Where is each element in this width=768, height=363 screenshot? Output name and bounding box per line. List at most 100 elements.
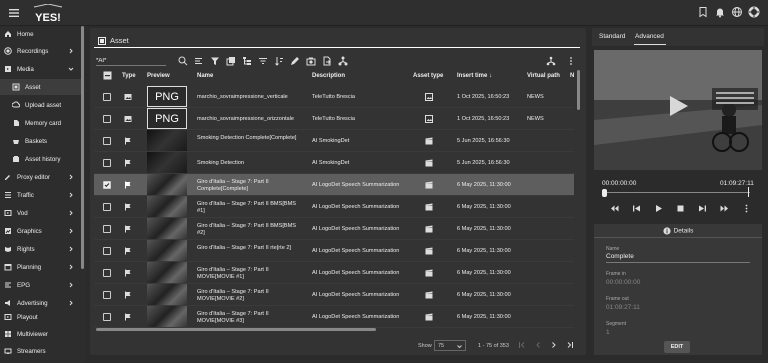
timeline-track[interactable] xyxy=(602,192,750,193)
column-header-insert-time[interactable]: Insert time ↓ xyxy=(457,73,492,79)
next-page-icon[interactable] xyxy=(550,341,558,349)
row-checkbox[interactable] xyxy=(103,159,111,167)
sidebar-item-asset[interactable]: Asset xyxy=(0,79,84,95)
table-row[interactable]: Giro d'Italia – Stage 7: Part II MOVIE[M… xyxy=(94,306,574,328)
copy-icon[interactable] xyxy=(226,56,236,66)
preview-thumbnail[interactable] xyxy=(147,218,187,239)
select-all-checkbox[interactable] xyxy=(103,71,112,80)
previous-page-icon[interactable] xyxy=(534,341,542,349)
timeline-playhead[interactable] xyxy=(602,189,607,197)
row-checkbox[interactable] xyxy=(103,269,111,277)
table-horizontal-scrollbar[interactable] xyxy=(96,328,376,331)
row-checkbox[interactable] xyxy=(103,137,111,145)
preview-thumbnail[interactable] xyxy=(147,130,187,151)
edit-button[interactable]: EDIT xyxy=(664,341,690,353)
hierarchy-icon[interactable] xyxy=(242,56,252,66)
advanced-search-icon[interactable] xyxy=(194,56,204,66)
search-icon[interactable] xyxy=(178,56,188,66)
column-header-name[interactable]: Name xyxy=(197,73,213,79)
table-row[interactable]: Giro d'Italia – Stage 7: Part II MOVIE[M… xyxy=(94,284,574,306)
tree-view-icon[interactable] xyxy=(546,56,556,66)
column-header-description[interactable]: Description xyxy=(312,73,345,79)
first-page-icon[interactable] xyxy=(518,341,526,349)
table-row[interactable]: Giro d'Italia – Stage 7: Part II MOVIE[M… xyxy=(94,262,574,284)
preview-thumbnail[interactable] xyxy=(147,196,187,217)
sidebar-item-planning[interactable]: Planning xyxy=(0,259,84,275)
sidebar-item-epg[interactable]: EPG xyxy=(0,277,84,293)
row-checkbox[interactable] xyxy=(103,313,111,321)
table-row-selected[interactable]: Giro d'Italia – Stage 7: Part II Complet… xyxy=(94,174,574,196)
sidebar-item-rights[interactable]: Rights xyxy=(0,241,84,257)
sidebar-item-home[interactable]: Home xyxy=(0,26,84,42)
more-options-icon[interactable] xyxy=(566,56,576,66)
row-checkbox[interactable] xyxy=(103,225,111,233)
page-size-select[interactable]: 75 xyxy=(434,340,466,351)
sidebar-item-proxy-editor[interactable]: Proxy editor xyxy=(0,169,84,185)
timeline-out-marker[interactable] xyxy=(748,187,749,197)
table-row[interactable]: Smoking Detection AI SmokingDet 5 Jun 20… xyxy=(94,152,574,174)
more-options-icon[interactable] xyxy=(742,204,751,213)
row-checkbox[interactable] xyxy=(103,115,111,123)
preview-thumbnail[interactable] xyxy=(147,306,187,327)
tab-advanced[interactable]: Advanced xyxy=(635,33,664,40)
skip-previous-icon[interactable] xyxy=(632,204,641,213)
preview-thumbnail[interactable]: PNG xyxy=(147,108,187,129)
preview-thumbnail[interactable] xyxy=(147,152,187,173)
name-field-value[interactable]: Complete xyxy=(606,253,634,260)
workflow-icon[interactable] xyxy=(338,56,348,66)
table-vertical-scrollbar[interactable] xyxy=(577,70,580,110)
fast-forward-icon[interactable] xyxy=(720,204,729,213)
column-header-type[interactable]: Type xyxy=(122,73,136,79)
row-checkbox[interactable] xyxy=(103,203,111,211)
sort-filter-icon[interactable] xyxy=(258,56,268,66)
filter-input[interactable] xyxy=(96,56,166,66)
table-row[interactable]: Smoking Detection Complete[Complete] AI … xyxy=(94,130,574,152)
notification-bell-icon[interactable] xyxy=(714,6,726,18)
play-icon[interactable] xyxy=(654,204,663,213)
row-checkbox[interactable] xyxy=(103,247,111,255)
hamburger-menu-icon[interactable] xyxy=(8,7,20,19)
preview-thumbnail[interactable] xyxy=(147,240,187,261)
skip-next-icon[interactable] xyxy=(698,204,707,213)
table-row[interactable]: Giro d'Italia – Stage 7: Part II BMS[BMS… xyxy=(94,218,574,240)
sidebar-item-multiviewer[interactable]: Multiviewer xyxy=(0,326,84,342)
table-row[interactable]: Giro d'Italia – Stage 7: Part II rte[rte… xyxy=(94,240,574,262)
table-row[interactable]: PNG marchio_sovraimpressione_orizzontale… xyxy=(94,108,574,130)
globe-icon[interactable] xyxy=(731,6,743,18)
column-header-virtual-path[interactable]: Virtual path xyxy=(527,73,560,79)
preview-thumbnail[interactable] xyxy=(147,262,187,283)
sidebar-item-baskets[interactable]: Baskets xyxy=(0,133,84,149)
table-row[interactable]: Giro d'Italia – Stage 7: Part II BMS[BMS… xyxy=(94,196,574,218)
edit-pencil-icon[interactable] xyxy=(290,56,300,66)
bookmark-icon[interactable] xyxy=(697,6,709,18)
sidebar-item-traffic[interactable]: Traffic xyxy=(0,187,84,203)
preview-thumbnail[interactable] xyxy=(147,174,187,195)
column-header-asset-type[interactable]: Asset type xyxy=(413,73,443,79)
stop-icon[interactable] xyxy=(676,204,685,213)
capture-icon[interactable] xyxy=(306,56,316,66)
sidebar-item-recordings[interactable]: Recordings xyxy=(0,43,84,59)
column-header-preview[interactable]: Preview xyxy=(147,73,170,79)
table-row[interactable]: PNG marchio_sovraimpressione_verticale T… xyxy=(94,86,574,108)
video-player[interactable] xyxy=(594,50,762,170)
sidebar-item-vod[interactable]: Vod xyxy=(0,205,84,221)
rewind-icon[interactable] xyxy=(610,204,619,213)
user-avatar-icon[interactable] xyxy=(748,6,760,18)
column-header-extra[interactable]: N xyxy=(570,73,574,79)
row-checkbox-checked[interactable] xyxy=(103,181,111,189)
preview-thumbnail[interactable]: PNG xyxy=(147,86,187,107)
sidebar-item-playout[interactable]: Playout xyxy=(0,309,84,325)
preview-thumbnail[interactable] xyxy=(147,284,187,305)
row-checkbox[interactable] xyxy=(103,93,111,101)
sidebar-item-upload-asset[interactable]: Upload asset xyxy=(0,97,84,113)
sidebar-item-graphics[interactable]: Graphics xyxy=(0,223,84,239)
sidebar-item-memory-card[interactable]: Memory card xyxy=(0,115,84,131)
sidebar-item-media[interactable]: Media xyxy=(0,61,84,77)
row-checkbox[interactable] xyxy=(103,291,111,299)
tab-standard[interactable]: Standard xyxy=(599,33,625,40)
filter-icon[interactable] xyxy=(210,56,220,66)
sort-icon[interactable] xyxy=(274,56,284,66)
play-overlay-icon[interactable] xyxy=(668,94,690,118)
sidebar-scrollbar[interactable] xyxy=(81,26,84,269)
last-page-icon[interactable] xyxy=(566,341,574,349)
